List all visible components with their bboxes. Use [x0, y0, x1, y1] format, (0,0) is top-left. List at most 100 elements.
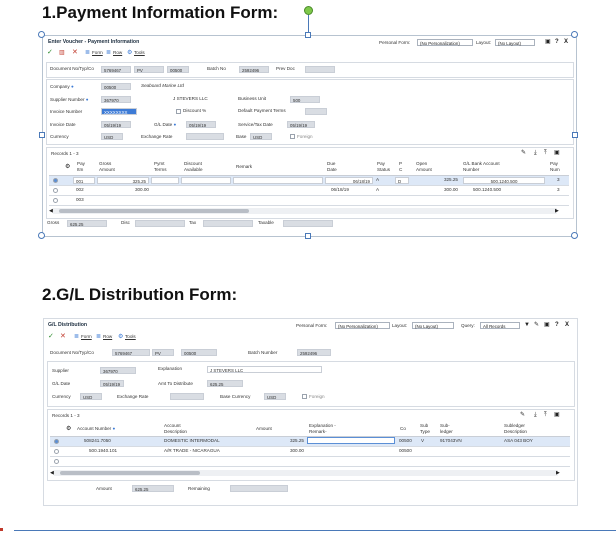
- rotate-handle[interactable]: [304, 6, 313, 15]
- cell-pymt-terms[interactable]: [151, 177, 179, 184]
- form-menu-icon[interactable]: ≣: [74, 333, 79, 341]
- col-subledger[interactable]: Sub-ledger: [440, 423, 460, 435]
- row-select-radio[interactable]: [53, 188, 58, 193]
- resize-handle-br[interactable]: [571, 232, 578, 239]
- cell-remark[interactable]: [233, 177, 323, 184]
- gl-date-field[interactable]: 05/19/19: [186, 121, 216, 128]
- ok-check-icon[interactable]: ✓: [47, 49, 53, 57]
- col-gl-bank-account[interactable]: G/L Bank Account Number: [463, 161, 505, 173]
- col-discount-available[interactable]: Discount Available: [184, 161, 212, 173]
- query-dropdown[interactable]: All Records: [480, 322, 520, 329]
- ok-check-icon[interactable]: ✓: [48, 333, 54, 341]
- invoice-date-field[interactable]: 05/19/19: [101, 121, 131, 128]
- table-row[interactable]: [49, 196, 569, 205]
- scrollbar-thumb[interactable]: [59, 209, 249, 213]
- cell-due-date[interactable]: 06/18/19: [325, 177, 373, 184]
- col-amount[interactable]: Amount: [256, 426, 272, 432]
- cell-gl-bank[interactable]: 500.1240.500: [463, 177, 545, 184]
- col-pymt-terms[interactable]: Pymt Terms: [154, 161, 172, 173]
- form-menu[interactable]: Form: [92, 50, 103, 56]
- col-sub-type[interactable]: Sub Type: [420, 423, 430, 435]
- grid-import-icon[interactable]: ⤒: [544, 411, 547, 419]
- col-account-number[interactable]: Account Number ●: [77, 426, 115, 432]
- batch-field[interactable]: 2592496: [297, 349, 331, 356]
- resize-handle-l[interactable]: [39, 132, 45, 138]
- grid-maximize-icon[interactable]: ▣: [554, 149, 560, 157]
- discount-pct-checkbox[interactable]: [176, 109, 181, 114]
- cell-gross-amount[interactable]: 325.25: [97, 177, 149, 184]
- grid-import-icon[interactable]: ⤒: [544, 149, 547, 157]
- col-gross-amount[interactable]: Gross Amount: [99, 161, 123, 173]
- service-date-field[interactable]: 05/19/19: [287, 121, 315, 128]
- doc-company-field[interactable]: 00500: [167, 66, 189, 73]
- table-row[interactable]: [50, 447, 570, 456]
- print-icon[interactable]: ▣: [544, 321, 550, 329]
- col-pay-status[interactable]: Pay Status: [377, 161, 393, 173]
- personal-form-dropdown[interactable]: (No Personalization): [335, 322, 390, 329]
- help-icon[interactable]: ?: [555, 38, 559, 46]
- grid-export-icon[interactable]: ⤓: [534, 149, 537, 157]
- col-pc[interactable]: P C: [399, 161, 404, 173]
- print-icon[interactable]: ▣: [545, 38, 551, 46]
- batch-field[interactable]: 2592496: [239, 66, 269, 73]
- foreign-checkbox[interactable]: [302, 394, 307, 399]
- foreign-checkbox[interactable]: [290, 134, 295, 139]
- cell-pc[interactable]: D: [395, 177, 409, 184]
- doc-type-field[interactable]: PV: [152, 349, 174, 356]
- gl-date-field[interactable]: 05/19/19: [100, 380, 124, 387]
- layout-dropdown[interactable]: (No Layout): [495, 39, 535, 46]
- cell-discount[interactable]: [181, 177, 231, 184]
- scroll-right-icon[interactable]: ▶: [556, 469, 560, 477]
- row-menu-icon[interactable]: ≣: [106, 49, 111, 57]
- resize-handle-tr[interactable]: [571, 31, 578, 38]
- help-icon[interactable]: ?: [555, 321, 559, 329]
- grid-maximize-icon[interactable]: ▣: [554, 411, 560, 419]
- doc-number-field[interactable]: 5769467: [112, 349, 150, 356]
- tools-menu-icon[interactable]: ⚙: [118, 333, 123, 341]
- row-select-radio[interactable]: [54, 449, 59, 454]
- tools-menu[interactable]: Tools: [125, 334, 136, 340]
- resize-handle-t[interactable]: [305, 32, 311, 38]
- row-select-radio[interactable]: [54, 439, 59, 444]
- form-menu-icon[interactable]: ≣: [85, 49, 90, 57]
- filter-icon[interactable]: ▼: [524, 321, 530, 329]
- grid-export-icon[interactable]: ⤓: [534, 411, 537, 419]
- grid-edit-icon[interactable]: ✎: [520, 411, 525, 419]
- invoice-number-field[interactable]: XXXXXXXX: [101, 108, 137, 115]
- supplier-field[interactable]: 367970: [100, 367, 136, 374]
- row-select-radio[interactable]: [54, 459, 59, 464]
- edit-icon[interactable]: ✎: [534, 321, 539, 329]
- scrollbar-thumb[interactable]: [60, 471, 200, 475]
- tools-menu-icon[interactable]: ⚙: [127, 49, 132, 57]
- doc-number-field[interactable]: 5769467: [101, 66, 131, 73]
- tools-menu[interactable]: Tools: [134, 50, 145, 56]
- doc-company-field[interactable]: 00500: [181, 349, 217, 356]
- cell-explanation[interactable]: [307, 437, 395, 444]
- grid-edit-icon[interactable]: ✎: [521, 149, 526, 157]
- row-menu[interactable]: Row: [103, 334, 112, 340]
- col-due-date[interactable]: Due Date: [327, 161, 343, 173]
- cancel-x-icon[interactable]: ✕: [60, 333, 66, 341]
- resize-handle-r[interactable]: [572, 132, 578, 138]
- business-unit-field[interactable]: 500: [290, 96, 320, 103]
- currency-field[interactable]: USD: [101, 133, 123, 140]
- prev-doc-field[interactable]: [305, 66, 335, 73]
- resize-handle-b[interactable]: [305, 233, 311, 239]
- base-field[interactable]: USD: [250, 133, 272, 140]
- col-pay-num[interactable]: Pay Num: [550, 161, 562, 173]
- horizontal-scrollbar[interactable]: [54, 470, 558, 476]
- horizontal-scrollbar[interactable]: [53, 208, 557, 214]
- doc-type-field[interactable]: PV: [134, 66, 164, 73]
- cancel-x-icon[interactable]: ✕: [72, 49, 78, 57]
- explanation-field[interactable]: J STEVERS LLC: [207, 366, 322, 373]
- scroll-right-icon[interactable]: ▶: [555, 207, 559, 215]
- resize-handle-bl[interactable]: [38, 232, 45, 239]
- exchange-rate-field[interactable]: [186, 133, 224, 140]
- col-pay-itm[interactable]: Pay Itm: [77, 161, 89, 173]
- col-co[interactable]: Co: [400, 426, 406, 432]
- company-field[interactable]: 00500: [101, 83, 131, 90]
- personal-form-dropdown[interactable]: (No Personalization): [417, 39, 473, 46]
- col-open-amount[interactable]: Open Amount: [416, 161, 436, 173]
- amt-distribute-field[interactable]: 625.25: [207, 380, 243, 387]
- grid-settings-icon[interactable]: ⚙: [65, 163, 70, 171]
